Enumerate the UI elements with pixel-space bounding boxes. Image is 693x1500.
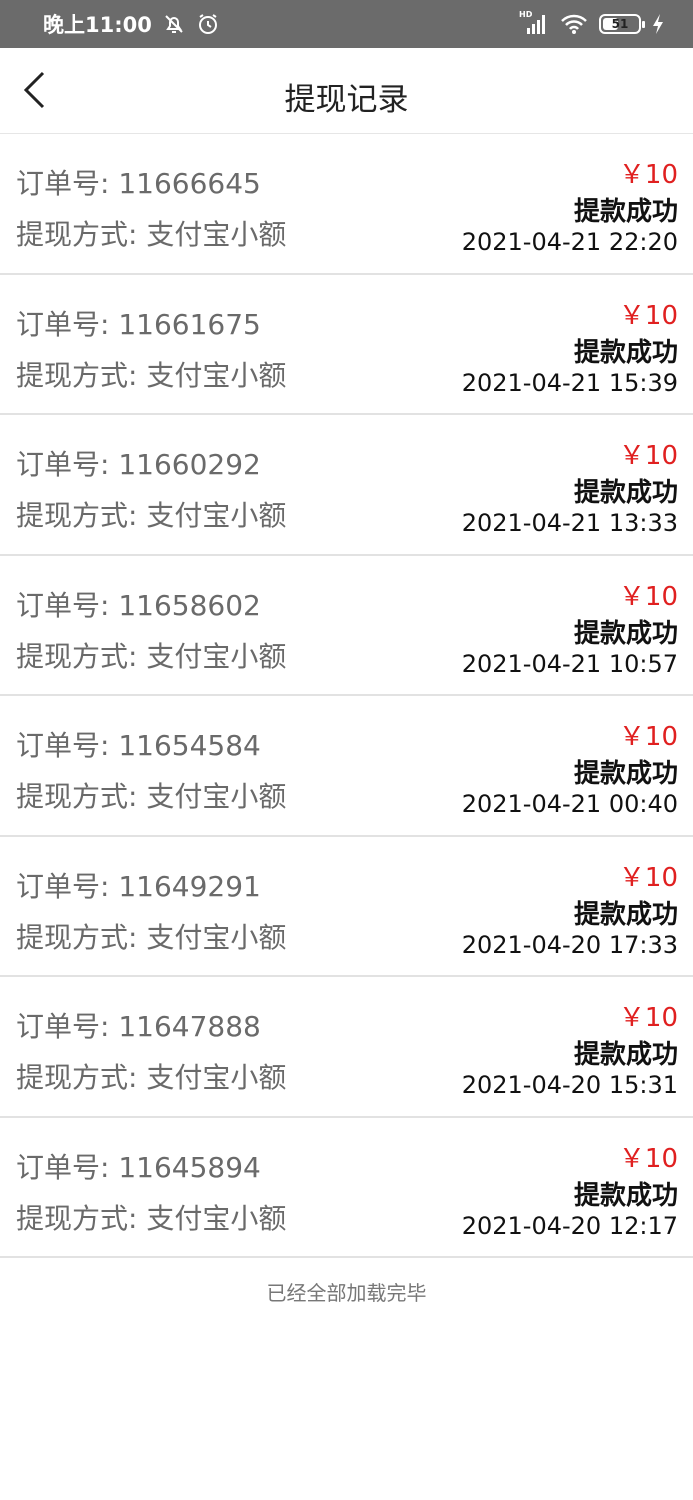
list-item[interactable]: 订单号: 11666645 提现方式: 支付宝小额 ￥10 提款成功 2021-04-2… bbox=[0, 134, 693, 275]
status-badge: 提款成功 bbox=[573, 1040, 678, 1070]
order-number: 订单号: 11658602 bbox=[16, 588, 261, 622]
amount-label: ￥10 bbox=[618, 300, 678, 331]
record-time: 2021-04-21 15:39 bbox=[461, 368, 678, 397]
list-item[interactable]: 订单号: 11647888 提现方式: 支付宝小额 ￥10 提款成功 2021-04-2… bbox=[0, 977, 693, 1118]
list-item[interactable]: 订单号: 11658602 提现方式: 支付宝小额 ￥10 提款成功 2021-04-2… bbox=[0, 555, 693, 696]
withdraw-method: 提现方式: 支付宝小额 bbox=[16, 499, 287, 532]
status-badge: 提款成功 bbox=[573, 899, 678, 930]
amount-label: ￥10 bbox=[618, 722, 678, 752]
status-bar-right: HD 51 bbox=[519, 10, 665, 36]
status-bar: 晚上11:00 HD 51 bbox=[0, 0, 693, 48]
amount-label: ￥10 bbox=[618, 862, 678, 893]
network-label: HD bbox=[519, 10, 533, 19]
nav-bar: 提现记录 bbox=[0, 48, 693, 134]
wifi-icon bbox=[559, 12, 589, 36]
status-bar-left: 晚上11:00 bbox=[43, 9, 220, 39]
status-badge: 提款成功 bbox=[573, 197, 678, 227]
record-time: 2021-04-20 15:31 bbox=[461, 1071, 678, 1099]
page-title: 提现记录 bbox=[284, 82, 409, 118]
withdraw-method: 提现方式: 支付宝小额 bbox=[16, 358, 287, 392]
record-time: 2021-04-21 22:20 bbox=[461, 228, 678, 256]
load-complete-text: 已经全部加载完毕 bbox=[266, 1281, 427, 1305]
record-time: 2021-04-21 00:40 bbox=[461, 790, 678, 818]
signal-icon: HD bbox=[519, 10, 549, 36]
lightning-icon bbox=[651, 12, 665, 36]
status-badge: 提款成功 bbox=[573, 759, 678, 789]
order-number: 订单号: 11649291 bbox=[16, 869, 261, 903]
amount-label: ￥10 bbox=[618, 160, 678, 190]
withdraw-method: 提现方式: 支付宝小额 bbox=[16, 780, 287, 813]
order-number: 订单号: 11647888 bbox=[16, 1010, 261, 1043]
amount-label: ￥10 bbox=[618, 441, 678, 471]
alarm-icon bbox=[196, 12, 220, 36]
record-time: 2021-04-21 10:57 bbox=[461, 649, 678, 678]
bell-off-icon bbox=[162, 12, 186, 36]
status-badge: 提款成功 bbox=[573, 618, 678, 649]
status-badge: 提款成功 bbox=[573, 478, 678, 508]
list-item[interactable]: 订单号: 11660292 提现方式: 支付宝小额 ￥10 提款成功 2021-04-2… bbox=[0, 415, 693, 556]
list-item[interactable]: 订单号: 11654584 提现方式: 支付宝小额 ￥10 提款成功 2021-04-2… bbox=[0, 696, 693, 837]
status-time: 晚上11:00 bbox=[43, 13, 152, 37]
record-time: 2021-04-20 17:33 bbox=[461, 930, 678, 959]
order-number: 订单号: 11654584 bbox=[16, 729, 261, 762]
withdraw-method: 提现方式: 支付宝小额 bbox=[16, 218, 287, 251]
record-time: 2021-04-21 13:33 bbox=[461, 509, 678, 537]
amount-label: ￥10 bbox=[618, 1003, 678, 1033]
order-number: 订单号: 11661675 bbox=[16, 307, 261, 341]
list-item[interactable]: 订单号: 11645894 提现方式: 支付宝小额 ￥10 提款成功 2021-04-2… bbox=[0, 1117, 693, 1258]
list-item[interactable]: 订单号: 11661675 提现方式: 支付宝小额 ￥10 提款成功 2021-04-2… bbox=[0, 274, 693, 415]
record-list: 订单号: 11666645 提现方式: 支付宝小额 ￥10 提款成功 2021-04-2… bbox=[0, 134, 693, 1258]
withdraw-method: 提现方式: 支付宝小额 bbox=[16, 920, 287, 954]
status-badge: 提款成功 bbox=[573, 1180, 678, 1211]
withdraw-method: 提现方式: 支付宝小额 bbox=[16, 1201, 287, 1235]
battery-icon: 51 bbox=[599, 14, 645, 34]
withdraw-method: 提现方式: 支付宝小额 bbox=[16, 639, 287, 673]
order-number: 订单号: 11645894 bbox=[16, 1150, 261, 1184]
record-time: 2021-04-20 12:17 bbox=[461, 1211, 678, 1240]
battery-level: 51 bbox=[611, 17, 629, 31]
withdraw-method: 提现方式: 支付宝小额 bbox=[16, 1061, 287, 1094]
amount-label: ￥10 bbox=[618, 1143, 678, 1174]
amount-label: ￥10 bbox=[618, 581, 678, 612]
status-badge: 提款成功 bbox=[573, 337, 678, 368]
list-item[interactable]: 订单号: 11649291 提现方式: 支付宝小额 ￥10 提款成功 2021-04-2… bbox=[0, 836, 693, 977]
order-number: 订单号: 11660292 bbox=[16, 448, 261, 481]
order-number: 订单号: 11666645 bbox=[16, 167, 261, 200]
